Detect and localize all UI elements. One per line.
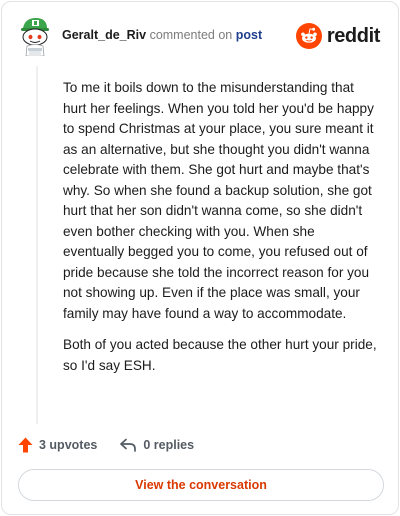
comment-card: Geralt_de_Riv commented on post reddit T… [1,1,399,515]
reply-count: 0 replies [143,438,195,452]
view-conversation-button[interactable]: View the conversation [18,469,384,501]
upvote-button[interactable]: 3 upvotes [18,437,97,453]
reply-arrow-icon [120,438,137,452]
upvote-arrow-icon [18,437,33,453]
comment-body: To me it boils down to the misunderstand… [63,78,378,387]
upvote-count: 3 upvotes [39,438,98,452]
view-conversation-label: View the conversation [135,478,267,492]
snoo-avatar-icon [21,18,49,57]
post-link[interactable]: post [236,28,262,42]
thread-line [36,66,38,424]
reddit-logo-icon [295,23,322,49]
comment-byline: Geralt_de_Riv commented on post [62,28,262,42]
comment-header: Geralt_de_Riv commented on post reddit [18,16,382,57]
comment-paragraph: Both of you acted because the other hurt… [63,337,377,373]
reddit-brand[interactable]: reddit [295,22,381,50]
comment-actions: 3 upvotes 0 replies [18,434,216,456]
commented-on-text: commented on [149,28,233,42]
username-link[interactable]: Geralt_de_Riv [62,28,146,42]
comment-paragraph: To me it boils down to the misunderstand… [63,80,374,321]
user-avatar[interactable] [18,16,52,57]
brand-wordmark: reddit [326,24,381,47]
reply-button[interactable]: 0 replies [119,438,194,452]
